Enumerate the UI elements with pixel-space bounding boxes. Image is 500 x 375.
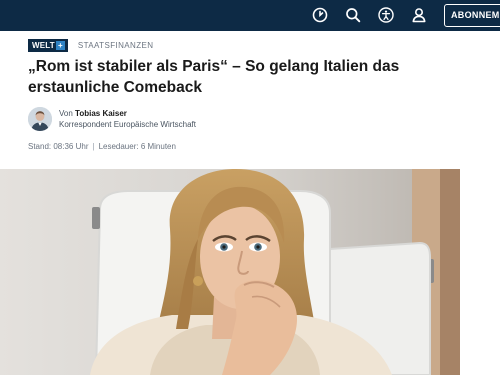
author-role: Korrespondent Europäische Wirtschaft [59,120,196,129]
author-block: Von Tobias Kaiser Korrespondent Europäis… [28,107,196,131]
search-icon[interactable] [343,5,363,25]
article-photo [0,169,460,375]
author-by-label: Von [59,109,73,118]
article-meta: Stand: 08:36 Uhr | Lesedauer: 6 Minuten [28,142,176,151]
meta-separator: | [92,142,95,151]
brand-name: WELT [32,40,55,50]
reading-time: Lesedauer: 6 Minuten [98,142,176,151]
user-icon[interactable] [409,5,429,25]
article-hero-image[interactable] [0,169,460,375]
section-label[interactable]: STAATSFINANZEN [78,41,154,50]
author-avatar[interactable] [28,107,52,131]
publish-time: Stand: 08:36 Uhr [28,142,89,151]
welt-plus-logo[interactable]: WELT + [28,38,68,52]
author-name[interactable]: Tobias Kaiser [75,109,127,118]
article-headline: „Rom ist stabiler als Paris“ – So gelang… [28,58,400,96]
accessibility-icon[interactable] [376,5,396,25]
brand-plus: + [55,40,65,50]
author-text: Von Tobias Kaiser Korrespondent Europäis… [59,108,196,130]
top-navigation-bar: ABONNEMENT [0,0,500,31]
subscribe-button[interactable]: ABONNEMENT [444,4,500,27]
clock-icon[interactable] [310,5,330,25]
article-kicker: WELT + STAATSFINANZEN [28,38,153,52]
